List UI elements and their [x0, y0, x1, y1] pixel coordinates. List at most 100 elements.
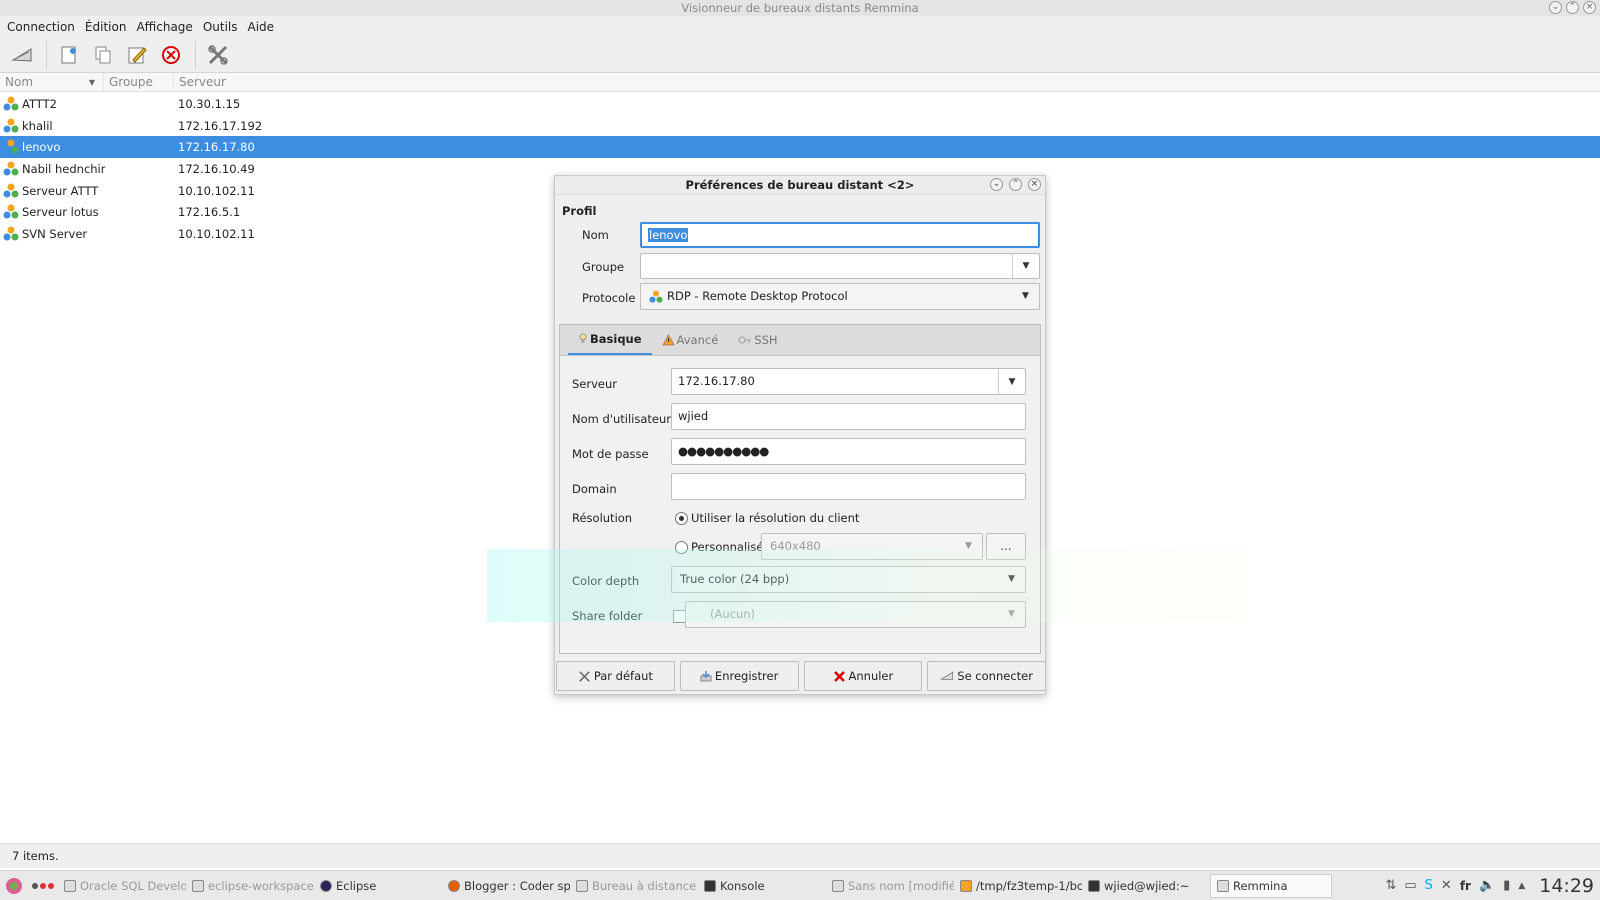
volume-icon[interactable]: 🔈	[1479, 878, 1495, 893]
preferences-button[interactable]	[204, 41, 232, 69]
default-button-label: Par défaut	[593, 669, 653, 683]
tab-bar: Basique Avancé SSH	[560, 325, 1040, 356]
username-input[interactable]: wjied	[671, 403, 1026, 430]
minimize-button[interactable]: ⌄	[1549, 1, 1562, 14]
list-item-server: 172.16.5.1	[178, 205, 241, 220]
dialog-maximize-button[interactable]: ⌃	[1009, 178, 1022, 191]
desktop-pager[interactable]	[28, 874, 58, 898]
list-item-server: 172.16.10.49	[178, 161, 255, 176]
nom-input[interactable]: lenovo	[640, 222, 1040, 248]
cancel-button[interactable]: Annuler	[803, 661, 923, 691]
keyboard-layout[interactable]: fr	[1460, 879, 1471, 893]
default-button[interactable]: Par défaut	[556, 661, 675, 691]
list-item[interactable]: ATTT2 10.30.1.15	[0, 93, 1600, 115]
task-bureau-distance[interactable]: Bureau à distance	[570, 874, 698, 898]
resolution-custom-dropdown[interactable]: 640x480 ▼	[761, 533, 983, 560]
app-launcher-button[interactable]	[0, 874, 28, 898]
chevron-down-icon[interactable]: ▼	[998, 369, 1025, 394]
new-connection-button[interactable]	[55, 41, 83, 69]
tab-basique[interactable]: Basique	[568, 325, 652, 355]
tab-ssh[interactable]: SSH	[728, 325, 787, 355]
dialog-close-button[interactable]: ×	[1028, 178, 1041, 191]
column-header-serveur[interactable]: Serveur	[174, 73, 1600, 91]
bulb-icon	[579, 333, 587, 343]
groupe-combo[interactable]: ▼	[640, 253, 1040, 279]
chevron-up-icon[interactable]: ▲	[1518, 881, 1525, 891]
close-button[interactable]: ×	[1583, 1, 1596, 14]
maximize-button[interactable]: ⌃	[1566, 1, 1579, 14]
task-remmina[interactable]: Remmina	[1210, 873, 1332, 898]
task-eclipse-workspace[interactable]: eclipse-workspace	[186, 874, 314, 898]
display-icon[interactable]: ▭	[1404, 878, 1416, 893]
menu-affichage[interactable]: Affichage	[131, 20, 197, 34]
domain-input[interactable]	[671, 473, 1026, 500]
battery-icon[interactable]: ▮	[1503, 878, 1510, 893]
clock[interactable]: 14:29	[1539, 875, 1594, 897]
task-eclipse[interactable]: Eclipse	[314, 874, 442, 898]
copy-connection-button[interactable]	[89, 41, 117, 69]
network-icon[interactable]: ⇅	[1385, 878, 1396, 893]
password-label: Mot de passe	[572, 447, 649, 461]
resolution-custom-value: 640x480	[770, 539, 821, 553]
menu-aide[interactable]: Aide	[243, 20, 280, 34]
delete-icon	[162, 45, 180, 64]
list-item-name: ATTT2	[22, 96, 57, 111]
eclipse-icon	[320, 879, 332, 892]
dialog-titlebar: Préférences de bureau distant <2> ⌄ ⌃ ×	[555, 176, 1045, 195]
delete-connection-button[interactable]	[157, 41, 185, 69]
color-depth-label: Color depth	[572, 574, 640, 588]
share-folder-label: Share folder	[572, 609, 643, 623]
list-item-selected[interactable]: lenovo 172.16.17.80	[0, 136, 1600, 159]
sort-down-icon: ▼	[88, 78, 95, 87]
list-item-server: 10.10.102.11	[178, 183, 255, 198]
task-label: Bureau à distance	[592, 878, 697, 893]
resolution-label: Résolution	[572, 511, 633, 525]
password-input[interactable]: ●●●●●●●●●●	[671, 438, 1026, 465]
protocole-dropdown[interactable]: RDP - Remote Desktop Protocol ▼	[640, 283, 1040, 310]
edit-connection-button[interactable]	[123, 41, 151, 69]
dialog-minimize-button[interactable]: ⌄	[990, 178, 1003, 191]
resolution-client-radio[interactable]	[675, 512, 688, 525]
color-depth-value: True color (24 bpp)	[680, 572, 790, 586]
task-sans-nom[interactable]: Sans nom [modifié]	[826, 874, 954, 898]
connect-button[interactable]: Se connecter	[927, 661, 1046, 691]
serveur-label: Serveur	[572, 377, 618, 391]
resolution-more-label: ...	[1000, 539, 1012, 553]
save-button[interactable]: Enregistrer	[679, 661, 799, 691]
window-titlebar: Visionneur de bureaux distants Remmina ⌄…	[0, 0, 1600, 16]
window-title: Visionneur de bureaux distants Remmina	[681, 1, 919, 15]
task-blogger[interactable]: Blogger : Coder spi	[442, 874, 570, 898]
serveur-value: 172.16.17.80	[678, 374, 755, 388]
resolution-custom-radio[interactable]	[675, 541, 688, 554]
save-button-label: Enregistrer	[714, 669, 779, 683]
menu-edition[interactable]: Édition	[80, 20, 132, 34]
list-item-name: lenovo	[22, 140, 61, 155]
menu-connection[interactable]: Connection	[2, 20, 80, 34]
color-depth-dropdown[interactable]: True color (24 bpp) ▼	[671, 566, 1026, 593]
copy-icon	[95, 46, 111, 63]
serveur-combo[interactable]: 172.16.17.80 ▼	[671, 368, 1026, 395]
skype-icon[interactable]: S	[1425, 878, 1433, 893]
share-folder-dropdown[interactable]: (Aucun) ▼	[685, 601, 1026, 628]
task-konsole[interactable]: Konsole	[698, 874, 826, 898]
task-label: Eclipse	[336, 878, 377, 893]
menu-outils[interactable]: Outils	[198, 20, 243, 34]
task-tmp-fz3temp[interactable]: /tmp/fz3temp-1/bo	[954, 874, 1082, 898]
tab-avance-label: Avancé	[676, 333, 719, 347]
tools-icon[interactable]: ✕	[1441, 878, 1452, 893]
groupe-label: Groupe	[582, 260, 625, 274]
column-header-nom[interactable]: Nom ▼	[0, 73, 104, 91]
connect-tool-button[interactable]	[8, 41, 36, 69]
password-value: ●●●●●●●●●●	[678, 444, 769, 458]
list-item[interactable]: khalil 172.16.17.192	[0, 115, 1600, 137]
menu-bar: Connection Édition Affichage Outils Aide	[0, 16, 1600, 37]
connect-icon	[940, 671, 954, 681]
toolbar-separator	[46, 40, 47, 69]
list-item-name: SVN Server	[22, 226, 88, 241]
task-terminal-wjied[interactable]: wjied@wjied:~	[1082, 874, 1210, 898]
chevron-down-icon[interactable]: ▼	[1012, 254, 1039, 278]
column-header-groupe[interactable]: Groupe	[104, 73, 174, 91]
tab-avance[interactable]: Avancé	[652, 325, 729, 355]
resolution-more-button[interactable]: ...	[986, 533, 1026, 560]
task-oracle-sql[interactable]: Oracle SQL Develo	[58, 874, 186, 898]
